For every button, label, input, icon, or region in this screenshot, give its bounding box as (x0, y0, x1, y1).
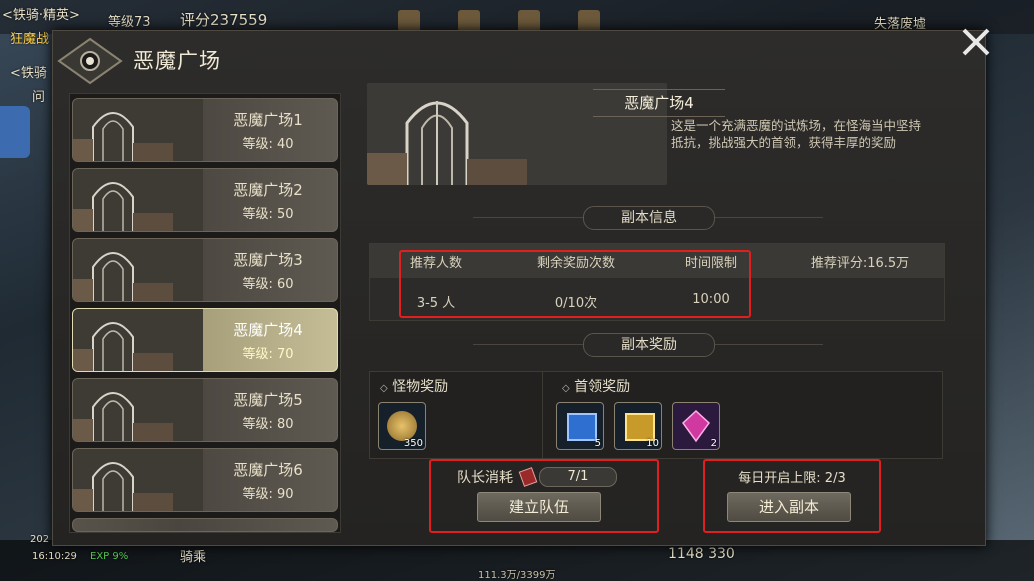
dungeon-thumbnail (73, 379, 203, 441)
dungeon-thumbnail (73, 99, 203, 161)
mount-button[interactable]: 骑乘 (180, 546, 206, 565)
quest-avatar-icon[interactable] (0, 106, 30, 158)
dungeon-list[interactable]: 恶魔广场1 等级: 40 恶魔广场2 等级: 50 恶魔广场3 等级: 60 恶魔广场4 等级… (69, 93, 341, 533)
boss-rewards-label: ◇ 首领奖励 (562, 379, 631, 395)
diamond-bullet-icon: ◇ (562, 383, 570, 394)
dungeon-list-item[interactable]: 恶魔广场6 等级: 90 (72, 448, 338, 512)
player-title-fragment: 问 (32, 90, 46, 105)
date-label: 202 (30, 534, 50, 545)
player-guild-tag-2: <铁骑 (10, 66, 47, 81)
item-count: 5 (594, 438, 601, 449)
dungeon-name: 恶魔广场1 (233, 111, 303, 129)
dungeon-thumbnail (73, 169, 203, 231)
crystal-shape (682, 409, 710, 443)
dungeon-emblem-icon (57, 37, 123, 85)
dungeon-list-item[interactable]: 恶魔广场5 等级: 80 (72, 378, 338, 442)
item-count: 350 (403, 438, 423, 449)
dungeon-detail-title: 恶魔广场4 (593, 89, 725, 117)
forge-icon[interactable] (518, 10, 540, 32)
top-menu-icons[interactable] (398, 10, 638, 32)
gold-coin-icon[interactable]: 350 (378, 402, 426, 450)
bag-icon[interactable] (398, 10, 420, 32)
dungeon-description: 这是一个充满恶魔的试炼场，在怪海当中坚持抵抗，挑战强大的首领，获得丰厚的奖励 (671, 118, 922, 150)
map-coordinates: 1148 330 (668, 546, 735, 562)
close-icon[interactable] (959, 25, 993, 59)
dungeon-level: 等级: 80 (242, 417, 294, 432)
player-name: 狂魔战 (10, 32, 50, 47)
dungeon-name: 恶魔广场6 (233, 461, 303, 479)
skill-icon[interactable] (458, 10, 480, 32)
crystal-icon[interactable]: 2 (672, 402, 720, 450)
monster-rewards-label: ◇ 怪物奖励 (380, 379, 449, 395)
highlight-box-info (399, 250, 751, 318)
blue-treasure-box-icon[interactable]: 5 (556, 402, 604, 450)
dungeon-thumbnail (73, 449, 203, 511)
exp-percent: EXP 9% (90, 551, 129, 562)
dungeon-thumbnail (73, 239, 203, 301)
gold-treasure-box-icon[interactable]: 10 (614, 402, 662, 450)
dungeon-name: 恶魔广场5 (233, 391, 303, 409)
exp-progress-text: 111.3万/3399万 (478, 570, 556, 581)
recommended-score: 推荐评分:16.5万 (810, 256, 910, 271)
dungeon-list-item[interactable]: 恶魔广场4 等级: 70 (72, 308, 338, 372)
dungeon-list-item[interactable]: 恶魔广场3 等级: 60 (72, 238, 338, 302)
highlight-box-enter (703, 459, 881, 533)
dungeon-level: 等级: 70 (242, 347, 294, 362)
item-count: 2 (710, 438, 717, 449)
dungeon-list-item-partial[interactable] (72, 518, 338, 532)
clock: 16:10:29 (32, 551, 77, 562)
dungeon-list-item[interactable]: 恶魔广场2 等级: 50 (72, 168, 338, 232)
dungeon-level: 等级: 90 (242, 487, 294, 502)
rewards-panel: ◇ 怪物奖励 ◇ 首领奖励 350 5 10 2 (369, 371, 943, 459)
dungeon-name: 恶魔广场3 (233, 251, 303, 269)
dungeon-name: 恶魔广场4 (233, 321, 303, 339)
demon-square-dialog: 恶魔广场 恶魔广场1 等级: 40 恶魔广场2 等级: 50 恶魔广场3 等级: 60 恶魔… (52, 28, 990, 546)
divider (542, 372, 543, 458)
section-header-rewards: 副本奖励 (583, 333, 715, 357)
box-shape (625, 413, 655, 441)
section-header-info: 副本信息 (583, 206, 715, 230)
player-score: 评分237559 (180, 11, 268, 29)
dungeon-thumbnail (73, 309, 203, 371)
dungeon-level: 等级: 60 (242, 277, 294, 292)
diamond-bullet-icon: ◇ (380, 383, 388, 394)
guild-icon[interactable] (578, 10, 600, 32)
player-guild-tag: <铁骑·精英> (2, 8, 80, 23)
dungeon-level: 等级: 50 (242, 207, 294, 222)
dungeon-name: 恶魔广场2 (233, 181, 303, 199)
player-level: 等级73 (108, 15, 151, 30)
item-count: 10 (646, 438, 659, 449)
gold-coin-shape (387, 411, 417, 441)
highlight-box-leader (429, 459, 659, 533)
dungeon-list-item[interactable]: 恶魔广场1 等级: 40 (72, 98, 338, 162)
box-shape (567, 413, 597, 441)
dialog-title: 恶魔广场 (133, 49, 221, 73)
dungeon-level: 等级: 40 (242, 137, 294, 152)
